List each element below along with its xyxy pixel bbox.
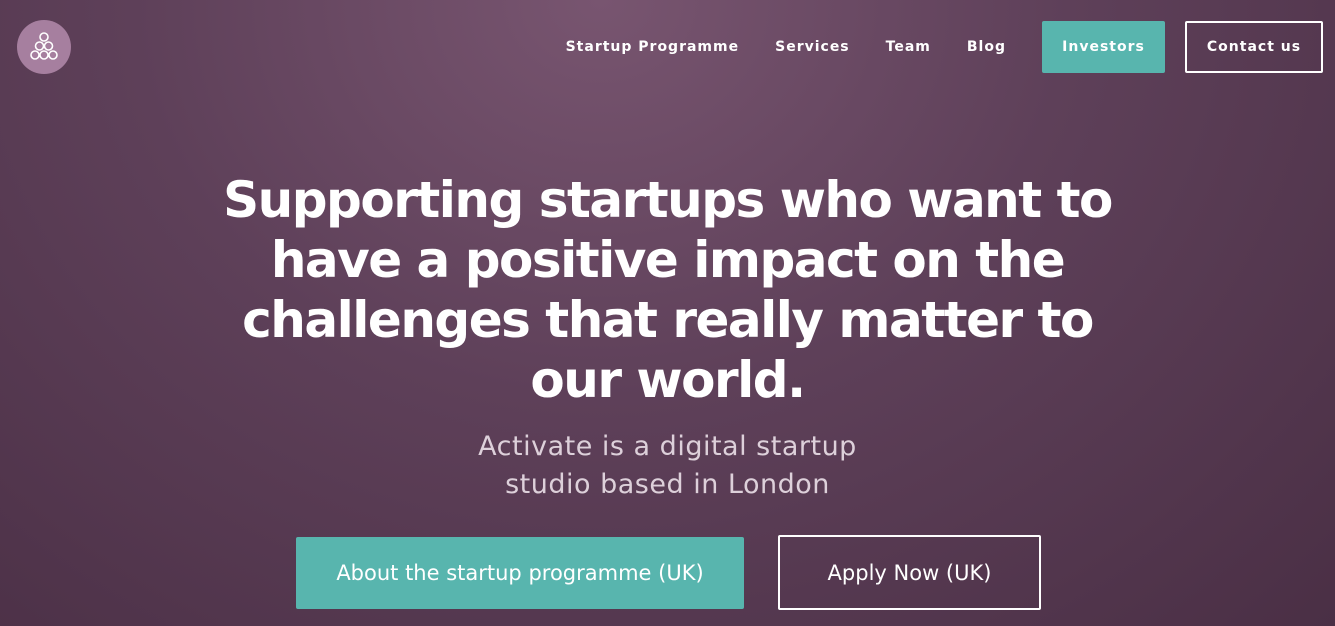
hero-subtitle: Activate is a digital startup studio bas… xyxy=(440,428,895,504)
nav-link-services[interactable]: Services xyxy=(775,39,850,55)
hero-subtitle-line-2: studio based in London xyxy=(505,469,830,500)
hero-title: Supporting startups who want to have a p… xyxy=(223,171,1113,409)
investors-button[interactable]: Investors xyxy=(1042,21,1165,73)
site-logo[interactable] xyxy=(17,20,71,74)
hero-subtitle-line-1: Activate is a digital startup xyxy=(478,431,857,462)
apply-now-button[interactable]: Apply Now (UK) xyxy=(778,535,1041,610)
nav-link-team[interactable]: Team xyxy=(886,39,931,55)
nav-link-startup-programme[interactable]: Startup Programme xyxy=(566,39,740,55)
nav-link-blog[interactable]: Blog xyxy=(967,39,1006,55)
circles-logo-icon xyxy=(30,32,58,60)
main-nav: Startup Programme Services Team Blog Inv… xyxy=(566,21,1323,73)
contact-us-button[interactable]: Contact us xyxy=(1185,21,1323,73)
about-startup-programme-button[interactable]: About the startup programme (UK) xyxy=(296,537,744,609)
